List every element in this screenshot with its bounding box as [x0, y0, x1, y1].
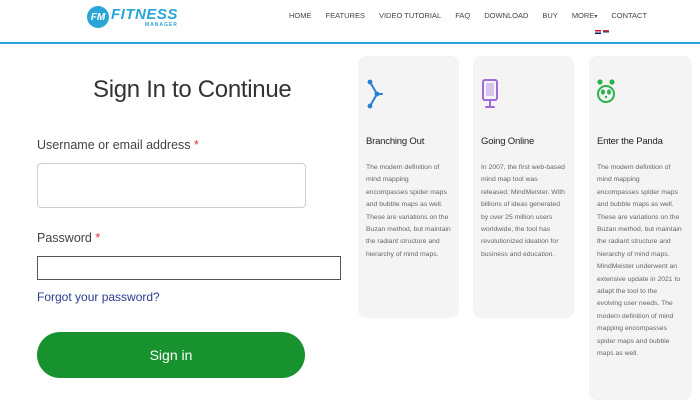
card-title: Enter the Panda: [597, 136, 663, 147]
nav-faq[interactable]: FAQ: [455, 11, 470, 20]
nav-more-label: MORE: [571, 11, 595, 20]
chevron-down-icon: ▾: [594, 14, 598, 20]
password-label: Password *: [37, 231, 100, 245]
logo-main-text: FITNESS: [111, 5, 178, 23]
card-text: The modern definition of mind mapping en…: [597, 164, 682, 358]
panda-icon: [597, 79, 615, 103]
card-text: In 2007, the first web-based mind map to…: [481, 164, 565, 258]
nav-features[interactable]: FEATURES: [326, 11, 365, 20]
sign-in-button[interactable]: Sign in: [37, 332, 305, 378]
nav-contact[interactable]: CONTACT: [611, 11, 647, 20]
feature-card-enter-the-panda: Enter the Panda The modern definition of…: [589, 56, 692, 400]
uk-flag-icon[interactable]: [595, 30, 601, 34]
card-title: Going Online: [481, 136, 535, 147]
sign-in-title: Sign In to Continue: [93, 76, 292, 103]
logo-wordmark: FITNESS MANAGER: [111, 7, 178, 28]
nav-buy[interactable]: BUY: [542, 11, 557, 20]
logo-sub-text: MANAGER: [145, 21, 178, 28]
username-input[interactable]: [37, 163, 306, 208]
username-label: Username or email address *: [37, 138, 199, 152]
nav-video-tutorial[interactable]: VIDEO TUTORIAL: [379, 11, 441, 20]
card-title: Branching Out: [366, 136, 425, 147]
top-navigation-bar: FM FITNESS MANAGER HOME FEATURES VIDEO T…: [0, 0, 700, 44]
network-icon: [367, 79, 383, 109]
nav-download[interactable]: DOWNLOAD: [484, 11, 528, 20]
required-mark: *: [194, 138, 199, 152]
required-mark: *: [95, 231, 101, 245]
monitor-icon: [482, 79, 498, 108]
main-nav: HOME FEATURES VIDEO TUTORIAL FAQ DOWNLOA…: [289, 11, 661, 20]
password-input[interactable]: [37, 256, 341, 280]
username-label-text: Username or email address: [37, 138, 191, 152]
language-switcher: [595, 30, 609, 34]
nav-more[interactable]: MORE▾: [572, 11, 598, 20]
fitness-manager-logo[interactable]: FM FITNESS MANAGER: [87, 6, 178, 28]
forgot-password-link[interactable]: Forgot your password?: [37, 290, 160, 304]
feature-card-going-online: Going Online In 2007, the first web-base…: [473, 56, 574, 318]
feature-card-branching-out: Branching Out The modern definition of m…: [358, 56, 459, 318]
nav-home[interactable]: HOME: [289, 11, 312, 20]
password-label-text: Password: [37, 231, 92, 245]
card-text: The modern definition of mind mapping en…: [366, 164, 451, 258]
serbia-flag-icon[interactable]: [603, 30, 609, 34]
logo-badge: FM: [87, 6, 109, 28]
